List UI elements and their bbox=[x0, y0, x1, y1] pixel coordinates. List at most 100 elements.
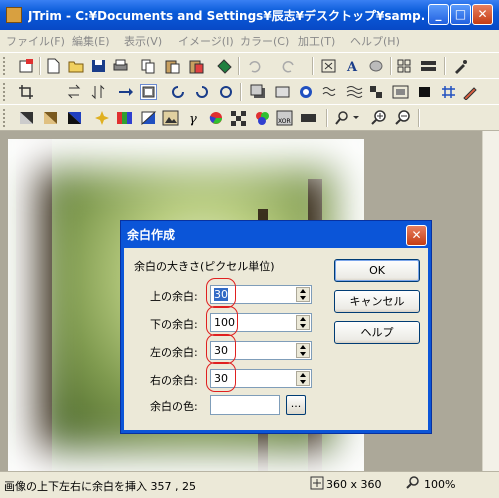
border-icon[interactable] bbox=[392, 84, 409, 100]
dialog-title: 余白作成 bbox=[127, 228, 176, 242]
paste-new-icon[interactable] bbox=[188, 58, 205, 74]
spinner-arrows[interactable] bbox=[296, 315, 310, 330]
eyedropper-icon[interactable] bbox=[452, 58, 469, 74]
title-bar: JTrim - C:¥Documents and Settings¥辰志¥デスク… bbox=[0, 0, 499, 30]
margin-color-swatch[interactable] bbox=[210, 395, 280, 415]
send-icon[interactable] bbox=[216, 58, 233, 74]
sepia-icon[interactable] bbox=[42, 110, 59, 126]
menu-edit[interactable]: 編集(E) bbox=[72, 33, 110, 49]
mosaic-icon[interactable] bbox=[346, 84, 363, 100]
window-title: JTrim - C:¥Documents and Settings¥辰志¥デスク… bbox=[28, 9, 424, 23]
flip-vertical-icon[interactable] bbox=[90, 84, 107, 100]
zoom-in-icon[interactable] bbox=[370, 110, 387, 126]
toolbar-separator bbox=[418, 109, 420, 127]
sharpen-icon[interactable] bbox=[298, 84, 315, 100]
new-file-icon[interactable] bbox=[45, 58, 62, 74]
toolbar-grip[interactable] bbox=[3, 57, 8, 75]
sparkle-icon[interactable] bbox=[94, 110, 111, 126]
toolbar-separator bbox=[312, 57, 314, 75]
cancel-button[interactable]: キャンセル bbox=[334, 290, 420, 313]
xor-icon[interactable]: XOR bbox=[276, 110, 293, 126]
toolbar-color: γ XOR bbox=[0, 104, 499, 131]
menu-view[interactable]: 表示(V) bbox=[124, 33, 162, 49]
open-file-icon[interactable] bbox=[68, 58, 85, 74]
colorwheel-icon[interactable] bbox=[208, 110, 225, 126]
toolbar-transform bbox=[0, 78, 499, 184]
dual-view-icon[interactable] bbox=[420, 58, 437, 74]
checker-icon[interactable] bbox=[230, 110, 247, 126]
grid-view-icon[interactable] bbox=[396, 58, 413, 74]
print-icon[interactable] bbox=[112, 58, 129, 74]
vertical-scrollbar[interactable] bbox=[482, 131, 499, 471]
resize-icon[interactable] bbox=[118, 84, 135, 100]
svg-text:A: A bbox=[346, 60, 358, 74]
help-button[interactable]: ヘルプ bbox=[334, 321, 420, 344]
right-margin-label: 右の余白: bbox=[150, 374, 198, 387]
margin-size-label: 余白の大きさ(ピクセル単位) bbox=[134, 260, 275, 273]
ok-button[interactable]: OK bbox=[334, 259, 420, 282]
spinner-arrows[interactable] bbox=[296, 343, 310, 358]
shadow-icon[interactable] bbox=[250, 84, 267, 100]
rgb-icon[interactable] bbox=[254, 110, 271, 126]
toolbar-grip[interactable] bbox=[3, 83, 8, 101]
zoom-dropdown-icon[interactable] bbox=[334, 110, 362, 126]
crop-icon[interactable] bbox=[18, 84, 35, 100]
rotate-left-icon[interactable] bbox=[170, 84, 187, 100]
menu-image[interactable]: イメージ(I) bbox=[178, 33, 234, 49]
top-margin-label: 上の余白: bbox=[150, 290, 198, 303]
flip-horizontal-icon[interactable] bbox=[66, 84, 83, 100]
emboss-icon[interactable] bbox=[368, 84, 385, 100]
close-button[interactable]: ✕ bbox=[472, 4, 493, 25]
zoom-level: 100% bbox=[424, 478, 456, 491]
add-margin-icon[interactable] bbox=[140, 84, 157, 100]
save-icon[interactable] bbox=[90, 58, 107, 74]
toolbar-grip[interactable] bbox=[3, 109, 8, 127]
eraser-icon[interactable] bbox=[368, 58, 385, 74]
spinner-arrows[interactable] bbox=[296, 287, 310, 302]
rotate-free-icon[interactable] bbox=[218, 84, 235, 100]
menu-help[interactable]: ヘルプ(H) bbox=[350, 33, 400, 49]
toolbar-separator bbox=[240, 83, 242, 101]
dialog-body: 余白の大きさ(ピクセル単位) 上の余白: 30 下の余白: 100 左の余白: … bbox=[124, 248, 428, 430]
image-size: 360 x 360 bbox=[326, 478, 382, 491]
open-recent-icon[interactable] bbox=[18, 58, 35, 74]
rotate-90-icon[interactable] bbox=[194, 84, 211, 100]
toolbar-separator bbox=[444, 57, 446, 75]
copy-icon[interactable] bbox=[140, 58, 157, 74]
gradient-icon[interactable] bbox=[116, 110, 133, 126]
minimize-button[interactable]: _ bbox=[428, 4, 449, 25]
negative-icon[interactable] bbox=[66, 110, 83, 126]
image-adjust-icon[interactable] bbox=[162, 110, 179, 126]
svg-text:γ: γ bbox=[189, 112, 197, 126]
highlight-circle-bottom bbox=[206, 306, 238, 336]
menu-file[interactable]: ファイル(F) bbox=[6, 33, 65, 49]
redo-icon[interactable] bbox=[280, 58, 297, 74]
text-icon[interactable]: A bbox=[344, 58, 361, 75]
spinner-arrows[interactable] bbox=[296, 371, 310, 386]
color-picker-button[interactable]: ... bbox=[286, 395, 306, 415]
dark-edge-icon[interactable] bbox=[416, 84, 433, 100]
highlight-circle-left bbox=[206, 334, 236, 364]
grayscale-icon[interactable] bbox=[18, 110, 35, 126]
gamma-icon[interactable]: γ bbox=[186, 110, 203, 127]
fit-window-icon[interactable] bbox=[320, 58, 337, 74]
zoom-icon bbox=[406, 476, 420, 493]
highlight-circle-top bbox=[206, 278, 236, 308]
frame-icon[interactable] bbox=[274, 84, 291, 100]
svg-text:XOR: XOR bbox=[278, 118, 291, 125]
pencil-icon[interactable] bbox=[462, 84, 479, 101]
paste-icon[interactable] bbox=[164, 58, 181, 74]
toolbar-separator bbox=[390, 57, 392, 75]
toolbar-main: A bbox=[0, 52, 499, 79]
maximize-button[interactable]: □ bbox=[450, 4, 471, 25]
hash-icon[interactable] bbox=[440, 84, 457, 100]
contrast-icon[interactable] bbox=[140, 110, 157, 126]
menu-process[interactable]: 加工(T) bbox=[298, 33, 335, 49]
zoom-out-icon[interactable] bbox=[394, 110, 411, 126]
menu-bar: ファイル(F) 編集(E) 表示(V) イメージ(I) カラー(C) 加工(T)… bbox=[0, 30, 499, 50]
menu-color[interactable]: カラー(C) bbox=[240, 33, 289, 49]
wave-icon[interactable] bbox=[322, 84, 339, 100]
gray-bar-icon[interactable] bbox=[300, 110, 317, 126]
undo-icon[interactable] bbox=[246, 58, 263, 74]
dialog-close-button[interactable]: ✕ bbox=[406, 225, 427, 246]
